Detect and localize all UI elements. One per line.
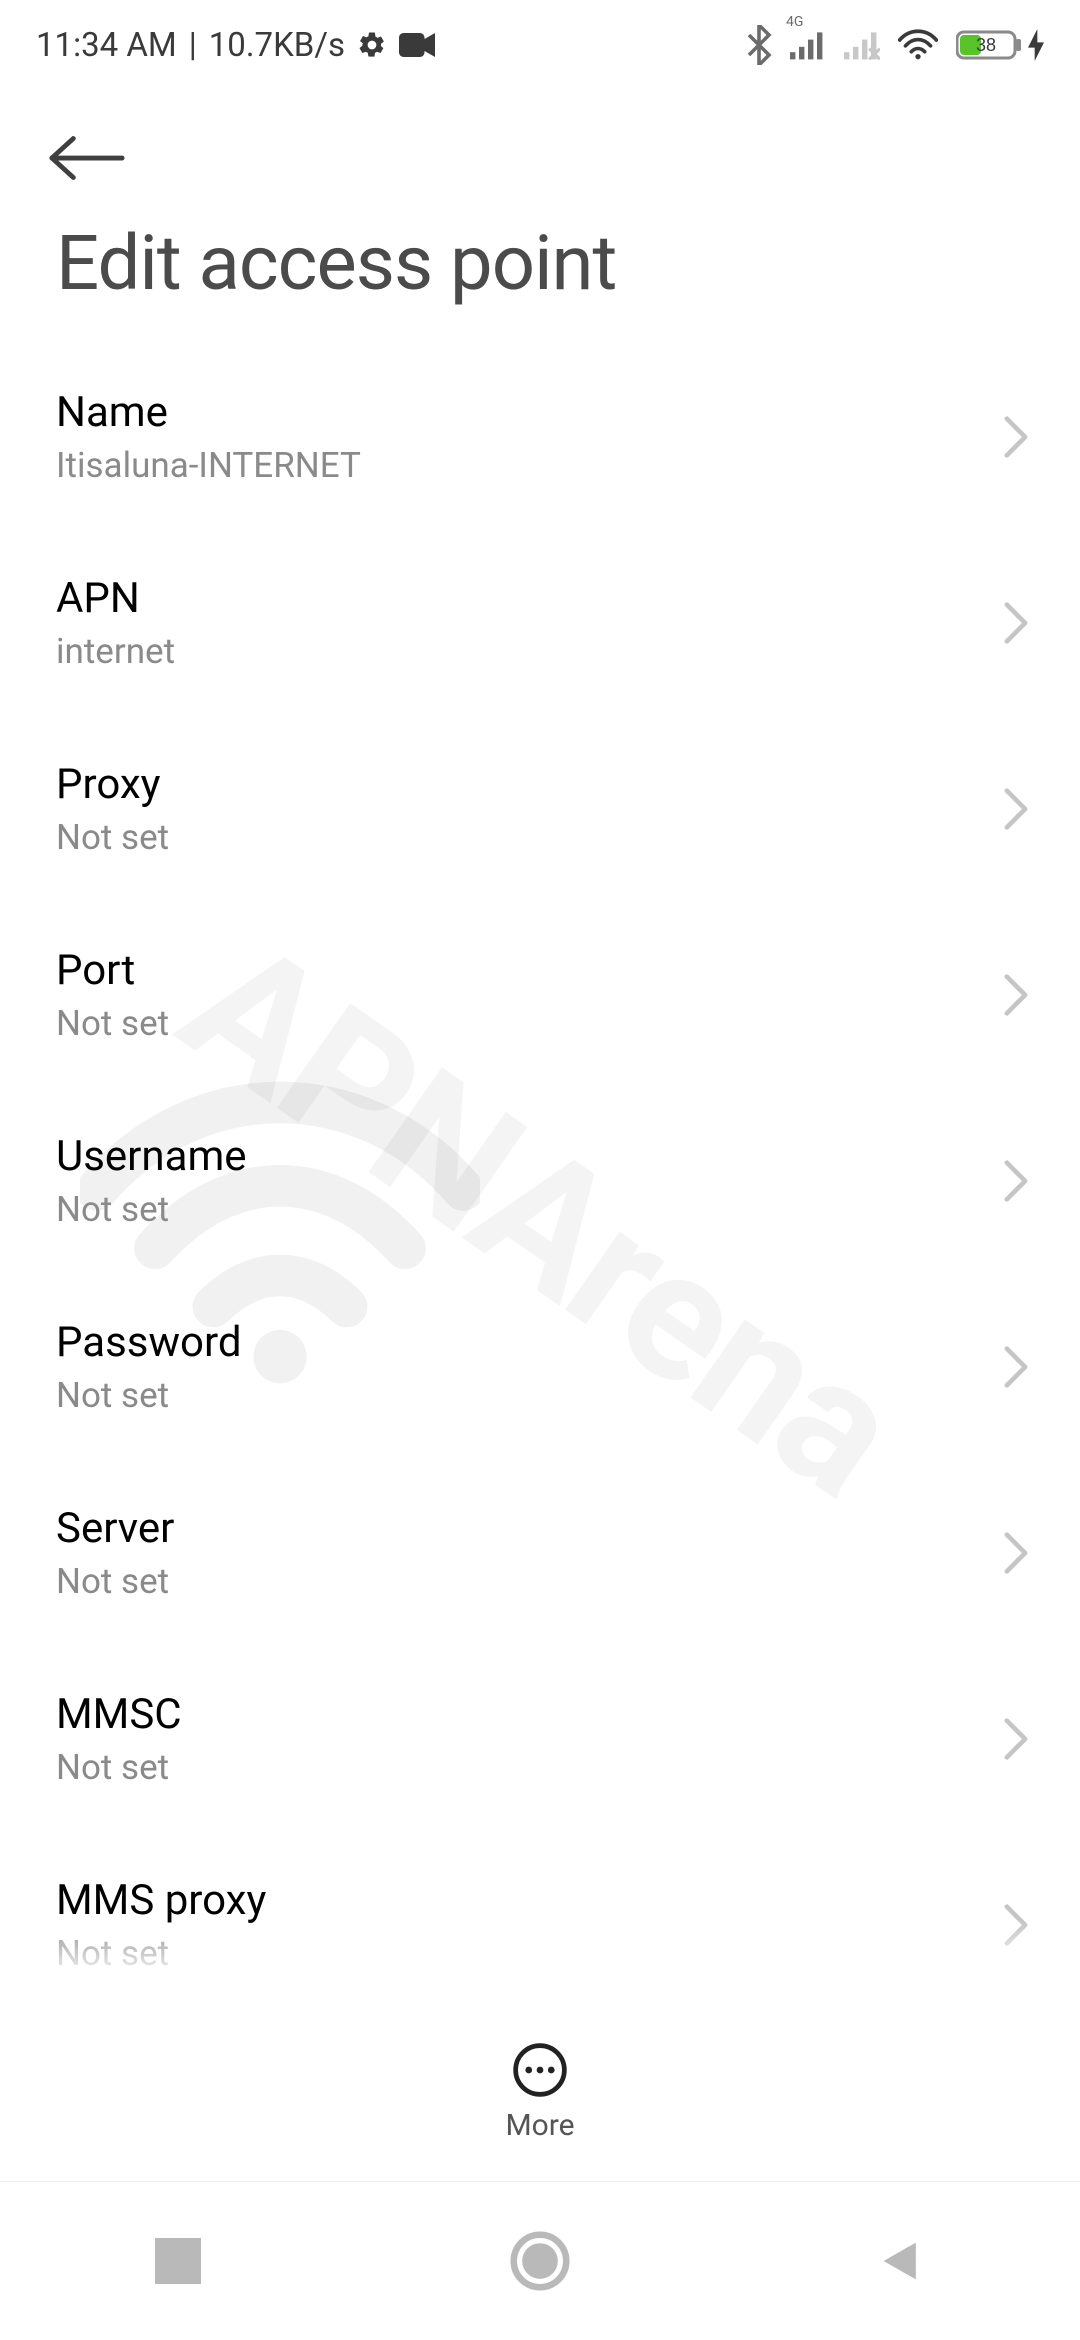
row-text: Username Not set bbox=[56, 1132, 247, 1230]
chevron-right-icon bbox=[1002, 415, 1030, 459]
settings-row-name[interactable]: Name Itisaluna-INTERNET bbox=[0, 346, 1080, 532]
settings-list: Name Itisaluna-INTERNET APN internet Proxy No… bbox=[0, 346, 1080, 2020]
chevron-right-icon bbox=[1002, 787, 1030, 831]
row-label: Password bbox=[56, 1318, 242, 1367]
row-text: Server Not set bbox=[56, 1504, 174, 1602]
settings-row-mms-proxy[interactable]: MMS proxy Not set bbox=[0, 1834, 1080, 2020]
settings-row-proxy[interactable]: Proxy Not set bbox=[0, 718, 1080, 904]
more-button[interactable] bbox=[510, 2040, 570, 2100]
more-bar: More bbox=[0, 2002, 1080, 2182]
row-value: Not set bbox=[56, 1747, 182, 1788]
gear-icon bbox=[357, 30, 387, 60]
row-label: APN bbox=[56, 574, 175, 623]
row-label: MMSC bbox=[56, 1690, 182, 1739]
row-label: Username bbox=[56, 1132, 247, 1181]
header-bar bbox=[0, 90, 1080, 194]
row-value: Not set bbox=[56, 1561, 174, 1602]
chevron-right-icon bbox=[1002, 1345, 1030, 1389]
settings-row-server[interactable]: Server Not set bbox=[0, 1462, 1080, 1648]
status-bar: 11:34 AM | 10.7KB/s 4G 38 bbox=[0, 0, 1080, 90]
settings-row-username[interactable]: Username Not set bbox=[0, 1090, 1080, 1276]
chevron-right-icon bbox=[1002, 1903, 1030, 1947]
row-text: Password Not set bbox=[56, 1318, 242, 1416]
charging-icon bbox=[1028, 29, 1044, 61]
status-time: 11:34 AM bbox=[36, 26, 177, 65]
row-text: APN internet bbox=[56, 574, 175, 672]
row-text: MMS proxy Not set bbox=[56, 1876, 266, 1974]
chevron-right-icon bbox=[1002, 1531, 1030, 1575]
page-title: Edit access point bbox=[0, 194, 1080, 346]
row-text: Name Itisaluna-INTERNET bbox=[56, 388, 361, 486]
wifi-icon bbox=[898, 29, 938, 61]
chevron-right-icon bbox=[1002, 973, 1030, 1017]
chevron-right-icon bbox=[1002, 601, 1030, 645]
row-value: Not set bbox=[56, 1003, 169, 1044]
row-label: Port bbox=[56, 946, 169, 995]
row-value: Not set bbox=[56, 1933, 266, 1974]
camera-icon bbox=[399, 32, 435, 58]
row-value: Not set bbox=[56, 817, 169, 858]
more-label: More bbox=[505, 2108, 574, 2143]
battery-text: 38 bbox=[976, 35, 996, 55]
signal-nosim-icon bbox=[844, 30, 880, 60]
back-button[interactable] bbox=[48, 132, 1032, 184]
row-label: MMS proxy bbox=[56, 1876, 266, 1925]
row-label: Server bbox=[56, 1504, 174, 1553]
row-label: Name bbox=[56, 388, 361, 437]
row-value: Not set bbox=[56, 1375, 242, 1416]
settings-row-apn[interactable]: APN internet bbox=[0, 532, 1080, 718]
chevron-right-icon bbox=[1002, 1159, 1030, 1203]
status-rate: 10.7KB/s bbox=[209, 26, 345, 65]
row-text: Proxy Not set bbox=[56, 760, 169, 858]
row-value: Not set bbox=[56, 1189, 247, 1230]
nav-back-button[interactable] bbox=[879, 2238, 925, 2284]
row-value: internet bbox=[56, 631, 175, 672]
row-label: Proxy bbox=[56, 760, 169, 809]
status-left: 11:34 AM | 10.7KB/s bbox=[36, 26, 435, 65]
row-text: Port Not set bbox=[56, 946, 169, 1044]
nav-recent-button[interactable] bbox=[155, 2238, 201, 2284]
nav-home-button[interactable] bbox=[510, 2231, 570, 2291]
row-text: MMSC Not set bbox=[56, 1690, 182, 1788]
settings-row-password[interactable]: Password Not set bbox=[0, 1276, 1080, 1462]
row-value: Itisaluna-INTERNET bbox=[56, 445, 361, 486]
signal-4g-icon: 4G bbox=[790, 30, 826, 60]
battery-icon: 38 bbox=[956, 29, 1044, 61]
bluetooth-icon bbox=[746, 25, 772, 65]
android-nav-bar bbox=[0, 2182, 1080, 2340]
chevron-right-icon bbox=[1002, 1717, 1030, 1761]
settings-row-mmsc[interactable]: MMSC Not set bbox=[0, 1648, 1080, 1834]
status-right: 4G 38 bbox=[746, 25, 1044, 65]
settings-row-port[interactable]: Port Not set bbox=[0, 904, 1080, 1090]
status-sep: | bbox=[189, 26, 197, 65]
